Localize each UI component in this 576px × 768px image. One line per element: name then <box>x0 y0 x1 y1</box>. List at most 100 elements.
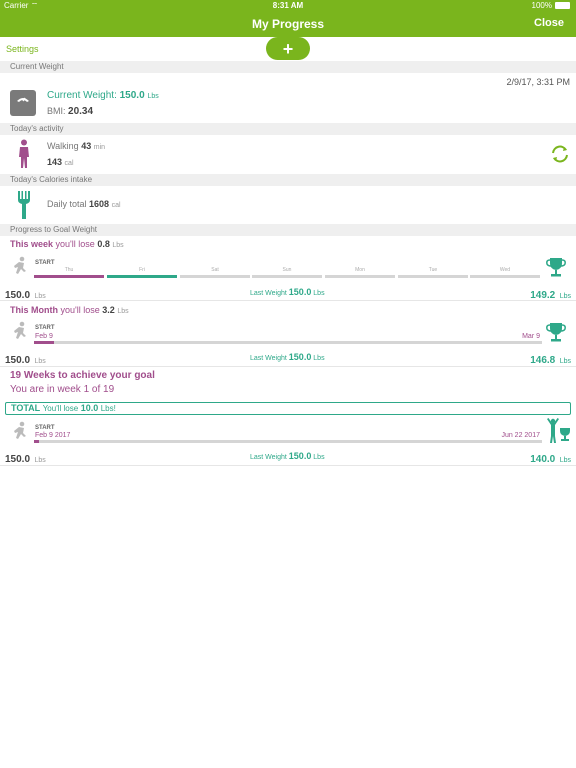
scale-icon <box>10 90 36 116</box>
goal-header: Progress to Goal Weight <box>0 224 576 236</box>
week-title-row: This week you'll lose 0.8 Lbs <box>10 239 124 249</box>
close-button[interactable]: Close <box>534 17 564 29</box>
sync-icon[interactable] <box>550 144 570 169</box>
week-lose-text: you'll lose <box>55 239 95 249</box>
week-status: You are in week 1 of 19 <box>10 384 115 395</box>
bmi-row: BMI: 20.34 <box>47 106 93 117</box>
week-start-label: START <box>35 260 55 266</box>
intake-label: Daily total <box>47 199 87 209</box>
fork-icon <box>17 191 31 224</box>
battery-icon <box>555 2 570 9</box>
walking-row: Walking 43 min <box>47 141 105 151</box>
settings-link[interactable]: Settings <box>6 44 39 54</box>
total-text: You'll lose <box>42 404 79 413</box>
day-label: Sat <box>211 267 219 273</box>
activity-header: Today's activity <box>0 123 576 135</box>
week-amount: 0.8 <box>97 239 110 249</box>
month-unit: Lbs <box>117 308 129 315</box>
overall-last-weight: Last Weight 150.0 Lbs <box>250 451 325 461</box>
month-last-weight: Last Weight 150.0 Lbs <box>250 352 325 362</box>
day-segment <box>180 275 250 278</box>
last-weight-value: 150.0 <box>288 352 312 362</box>
overall-end-date: Jun 22 2017 <box>501 432 540 439</box>
overall-start-date: Feb 9 2017 <box>35 432 71 439</box>
current-weight-label: Current Weight: <box>47 90 117 101</box>
start-weight-unit: Lbs <box>34 457 46 464</box>
last-weight-value: 150.0 <box>288 451 312 461</box>
total-label: TOTAL <box>11 403 41 413</box>
timestamp: 2/9/17, 3:31 PM <box>506 77 570 87</box>
goal-weight-unit: Lbs <box>559 358 571 365</box>
week-last-weight: Last Weight 150.0 Lbs <box>250 287 325 297</box>
month-start-label: START <box>35 325 55 331</box>
intake-header: Today's Calories intake <box>0 174 576 186</box>
runner-icon <box>10 256 30 281</box>
total-loss-box: TOTAL You'll lose 10.0 Lbs! <box>5 402 571 415</box>
bmi-value: 20.34 <box>68 106 94 117</box>
add-button[interactable]: + <box>266 37 310 60</box>
start-weight-value: 150.0 <box>5 454 31 465</box>
battery-percent: 100% <box>531 1 552 10</box>
goal-weight-unit: Lbs <box>559 457 571 464</box>
last-weight-unit: Lbs <box>313 355 325 362</box>
activity-name: Walking <box>47 141 79 151</box>
current-weight-header: Current Weight <box>0 61 576 73</box>
activity-minutes-unit: min <box>93 144 106 151</box>
last-weight-unit: Lbs <box>313 290 325 297</box>
month-progress-fill <box>34 341 55 344</box>
day-label: Mon <box>355 267 365 273</box>
overall-progress-fill <box>34 440 40 443</box>
activity-calories-unit: cal <box>64 160 74 167</box>
start-weight-unit: Lbs <box>34 358 46 365</box>
month-title: This Month <box>10 305 58 315</box>
current-weight-row: Current Weight: 150.0 Lbs <box>47 90 159 101</box>
current-weight-value: 150.0 <box>119 90 145 101</box>
page-title: My Progress <box>251 17 325 31</box>
month-end-date: Mar 9 <box>522 333 540 340</box>
day-label: Thu <box>64 267 74 273</box>
trophy-icon <box>545 321 567 348</box>
total-unit: Lbs! <box>100 404 116 413</box>
week-unit: Lbs <box>112 242 124 249</box>
battery-indicator: 100% <box>532 1 570 10</box>
trophy-icon <box>545 256 567 283</box>
month-progress-track <box>34 341 542 344</box>
calories-burned-row: 143 cal <box>47 157 74 167</box>
last-weight-value: 150.0 <box>288 287 312 297</box>
day-segment <box>325 275 395 278</box>
last-weight-label: Last Weight <box>250 454 287 461</box>
day-segment <box>107 275 177 278</box>
goal-weight-value: 146.8 <box>530 355 556 366</box>
divider <box>0 465 576 466</box>
overall-start-label: START <box>35 425 55 431</box>
month-lose-text: you'll lose <box>60 305 100 315</box>
goal-weight-value: 140.0 <box>530 454 556 465</box>
intake-unit: cal <box>111 202 121 209</box>
bmi-label: BMI: <box>47 106 66 116</box>
plus-icon: + <box>282 39 294 59</box>
goal-weight-unit: Lbs <box>559 293 571 300</box>
runner-icon <box>10 321 30 346</box>
weeks-to-goal: 19 Weeks to achieve your goal <box>10 370 155 381</box>
status-time: 8:31 AM <box>272 1 304 10</box>
overall-progress-track <box>34 440 542 443</box>
start-weight-unit: Lbs <box>34 293 46 300</box>
day-label: Sun <box>282 267 292 273</box>
month-title-row: This Month you'll lose 3.2 Lbs <box>10 305 129 315</box>
walking-icon <box>14 139 34 174</box>
start-weight-value: 150.0 <box>5 355 31 366</box>
week-title: This week <box>10 239 54 249</box>
last-weight-unit: Lbs <box>313 454 325 461</box>
day-label: Tue <box>428 267 438 273</box>
day-label: Wed <box>499 267 511 273</box>
runner-icon <box>10 421 30 446</box>
day-segment <box>34 275 104 278</box>
month-start-date: Feb 9 <box>35 333 53 340</box>
activity-calories: 143 <box>47 157 63 167</box>
intake-value: 1608 <box>89 199 110 209</box>
day-segment <box>470 275 540 278</box>
day-segment <box>252 275 322 278</box>
day-segment <box>398 275 468 278</box>
intake-row: Daily total 1608 cal <box>47 199 121 209</box>
day-label: Fri <box>139 267 145 273</box>
